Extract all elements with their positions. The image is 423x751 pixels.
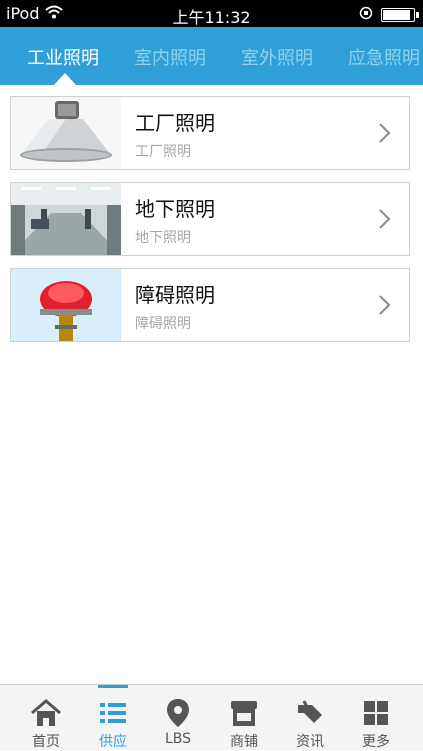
active-nav-indicator <box>98 685 128 688</box>
nav-more[interactable]: 更多 <box>341 685 411 751</box>
store-icon <box>228 697 260 729</box>
nav-label: 首页 <box>32 734 60 750</box>
tab-emergency[interactable]: 应急照明 <box>348 44 420 70</box>
nav-label: 供应 <box>99 734 127 750</box>
item-title: 地下照明 <box>135 197 215 221</box>
nav-home[interactable]: 首页 <box>11 685 81 751</box>
location-pin-icon <box>162 697 194 729</box>
nav-label: 商铺 <box>230 734 258 750</box>
chevron-right-icon <box>379 295 391 319</box>
active-tab-indicator <box>54 73 76 85</box>
nav-label: 更多 <box>362 734 390 750</box>
item-title: 障碍照明 <box>135 283 215 307</box>
chevron-right-icon <box>379 123 391 147</box>
status-bar: iPod 上午11:32 <box>0 0 423 27</box>
grid-icon <box>360 697 392 729</box>
nav-lbs[interactable]: LBS <box>143 685 213 751</box>
tab-indoor[interactable]: 室内照明 <box>134 44 206 70</box>
nav-store[interactable]: 商铺 <box>209 685 279 751</box>
home-icon <box>30 697 62 729</box>
list-item[interactable]: 工厂照明 工厂照明 <box>10 96 410 170</box>
underground-parking-image <box>11 183 121 255</box>
item-subtitle: 地下照明 <box>135 230 191 246</box>
battery-icon <box>381 7 419 22</box>
nav-label: LBS <box>164 731 192 747</box>
news-icon <box>294 697 326 729</box>
list-icon <box>97 697 129 729</box>
nav-supply[interactable]: 供应 <box>78 685 148 751</box>
nav-news[interactable]: 资讯 <box>275 685 345 751</box>
factory-lamp-image <box>11 97 121 169</box>
list-item[interactable]: 地下照明 地下照明 <box>10 182 410 256</box>
tab-outdoor[interactable]: 室外照明 <box>241 44 313 70</box>
item-subtitle: 工厂照明 <box>135 144 191 160</box>
chevron-right-icon <box>379 209 391 233</box>
nav-label: 资讯 <box>296 734 324 750</box>
status-right <box>359 5 419 24</box>
item-title: 工厂照明 <box>135 111 215 135</box>
item-subtitle: 障碍照明 <box>135 316 191 332</box>
bottom-nav: 首页 供应 LBS 商铺 资讯 更多 <box>0 684 423 750</box>
tab-industrial[interactable]: 工业照明 <box>27 44 99 70</box>
list-item[interactable]: 障碍照明 障碍照明 <box>10 268 410 342</box>
obstruction-light-image <box>11 269 121 341</box>
rotation-lock-icon <box>359 5 373 24</box>
